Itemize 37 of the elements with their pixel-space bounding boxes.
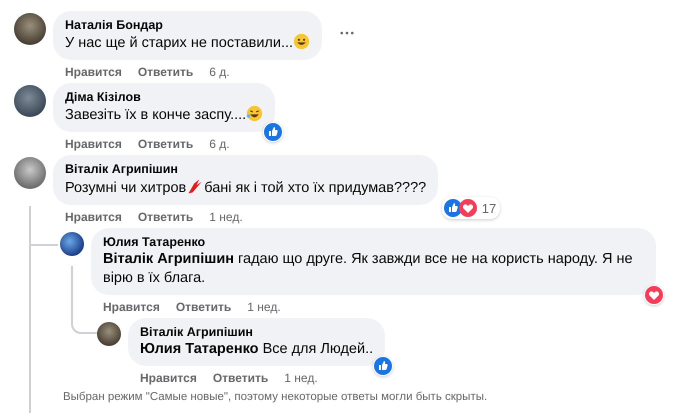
avatar[interactable] xyxy=(97,322,121,346)
comment-author[interactable]: Наталія Бондар xyxy=(65,17,310,33)
like-link[interactable]: Нравится xyxy=(103,299,160,315)
sort-notice: Выбран режим "Самые новые", поэтому некоторые ответы могли быть скрыты. xyxy=(62,390,488,404)
comment-time[interactable]: 1 нед. xyxy=(247,299,281,315)
thread-connector-line xyxy=(71,266,97,334)
reaction-count: 17 xyxy=(482,200,496,216)
avatar[interactable] xyxy=(14,157,46,189)
reply-link[interactable]: Ответить xyxy=(138,136,194,152)
comment-text: Юлия Татаренко Все для Людей.. xyxy=(140,341,374,357)
comment-text: Віталік Агрипішин гадаю що друге. Як завжди все не на користь народу. Я не вірю в їх блага. xyxy=(103,251,633,286)
like-link[interactable]: Нравится xyxy=(65,136,122,152)
reply-link[interactable]: Ответить xyxy=(212,370,268,386)
comment-text: Завезіть їх в конче заспу.... xyxy=(65,107,246,123)
reaction-badge[interactable]: 17 xyxy=(442,197,500,219)
like-link[interactable]: Нравится xyxy=(65,64,122,80)
comment-text: У нас ще й старих не поставили... xyxy=(65,35,294,51)
smile-emoji-icon xyxy=(293,33,310,50)
comment-time[interactable]: 1 нед. xyxy=(284,370,318,386)
comment-author[interactable]: Діма Кізілов xyxy=(65,89,264,105)
like-link[interactable]: Нравится xyxy=(140,370,197,386)
comment-author[interactable]: Юлия Татаренко xyxy=(103,234,644,250)
comment-time[interactable]: 6 д. xyxy=(209,64,230,80)
comment-text: Розумні чи хитров xyxy=(65,180,186,196)
like-link[interactable]: Нравится xyxy=(65,209,122,225)
comment-time[interactable]: 6 д. xyxy=(209,136,230,152)
comment-text: бані як і той хто їх придумав???? xyxy=(204,180,426,196)
comment-author[interactable]: Віталік Агрипішин xyxy=(65,161,426,177)
avatar[interactable] xyxy=(14,13,46,45)
laughing-emoji-icon xyxy=(246,105,264,122)
avatar[interactable] xyxy=(60,232,84,256)
comment-author[interactable]: Віталік Агрипішин xyxy=(140,324,374,340)
reply-link[interactable]: Ответить xyxy=(138,64,194,80)
reply-link[interactable]: Ответить xyxy=(176,299,232,315)
comment-time[interactable]: 1 нед. xyxy=(209,209,243,225)
avatar[interactable] xyxy=(14,85,46,117)
reply-link[interactable]: Ответить xyxy=(138,209,194,225)
